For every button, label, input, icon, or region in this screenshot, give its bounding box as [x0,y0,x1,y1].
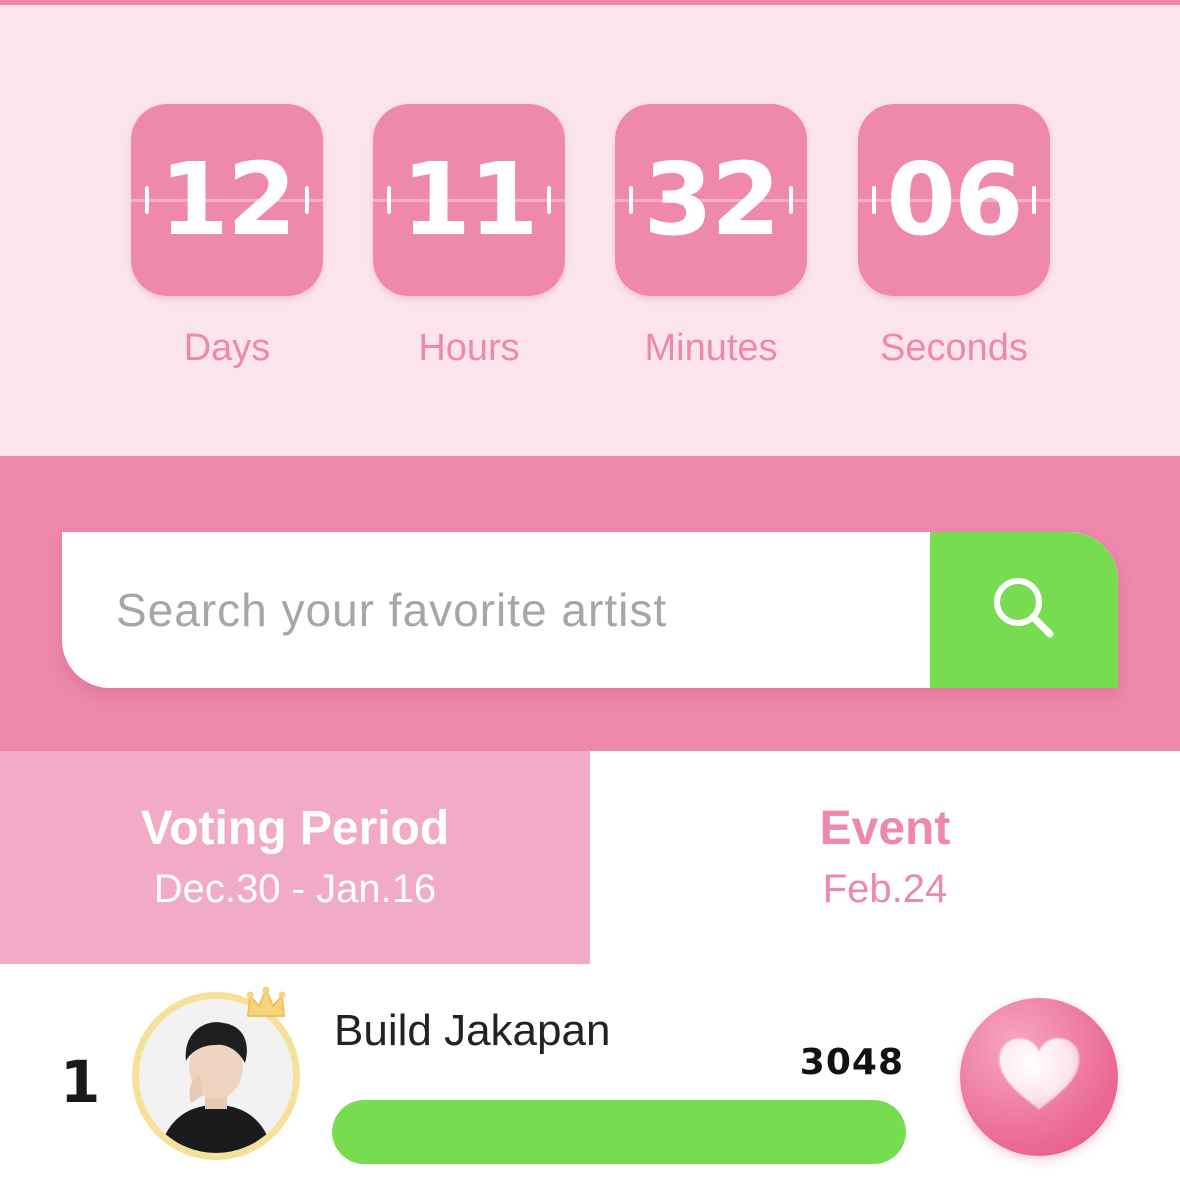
search-section [0,456,1180,751]
artist-name[interactable]: Build Jakapan [334,1006,610,1056]
countdown-seconds-value: 06 [886,141,1023,258]
flip-notch [872,186,876,214]
countdown-hours-tile: 11 [373,104,565,296]
search-bar [62,532,1118,688]
countdown-minutes-value: 32 [643,141,780,258]
vote-progress-fill [332,1100,906,1164]
countdown-minutes-label: Minutes [644,327,778,369]
countdown-days-label: Days [183,327,271,369]
flip-notch [547,186,551,214]
tab-voting-title: Voting Period [140,802,450,855]
flip-notch [387,186,391,214]
search-icon [988,572,1060,649]
flip-notch [1032,186,1036,214]
flip-notch [789,186,793,214]
heart-icon [994,1035,1084,1120]
crown-icon [244,986,288,1027]
flip-notch [305,186,309,214]
tab-event[interactable]: Event Feb.24 [590,751,1180,964]
flip-notch [145,186,149,214]
countdown-seconds-tile: 06 [858,104,1050,296]
tab-event-title: Event [819,802,951,855]
vote-button[interactable] [960,998,1118,1156]
ranking-row: 1 Build Jakapan 3048 [0,964,1180,1200]
rank-number: 1 [60,1048,101,1116]
countdown-days-tile: 12 [131,104,323,296]
countdown-days-value: 12 [159,141,296,258]
period-tabs: Voting Period Dec.30 - Jan.16 Event Feb.… [0,751,1180,964]
countdown-seconds-label: Seconds [880,327,1028,369]
countdown-hours-value: 11 [401,141,538,258]
tab-voting-period[interactable]: Voting Period Dec.30 - Jan.16 [0,751,590,964]
tab-voting-date: Dec.30 - Jan.16 [153,867,437,911]
search-input[interactable] [62,532,930,688]
countdown-hours-label: Hours [418,327,520,369]
countdown-panel: 12 11 32 06 Days Hours Minutes Seconds [0,5,1180,456]
search-button[interactable] [930,532,1118,688]
vote-progress-bar [332,1100,906,1164]
artist-avatar-wrap[interactable] [132,986,300,1160]
flip-notch [629,186,633,214]
countdown-minutes-tile: 32 [615,104,807,296]
tab-event-date: Feb.24 [822,867,948,911]
vote-count: 3048 [799,1042,904,1083]
